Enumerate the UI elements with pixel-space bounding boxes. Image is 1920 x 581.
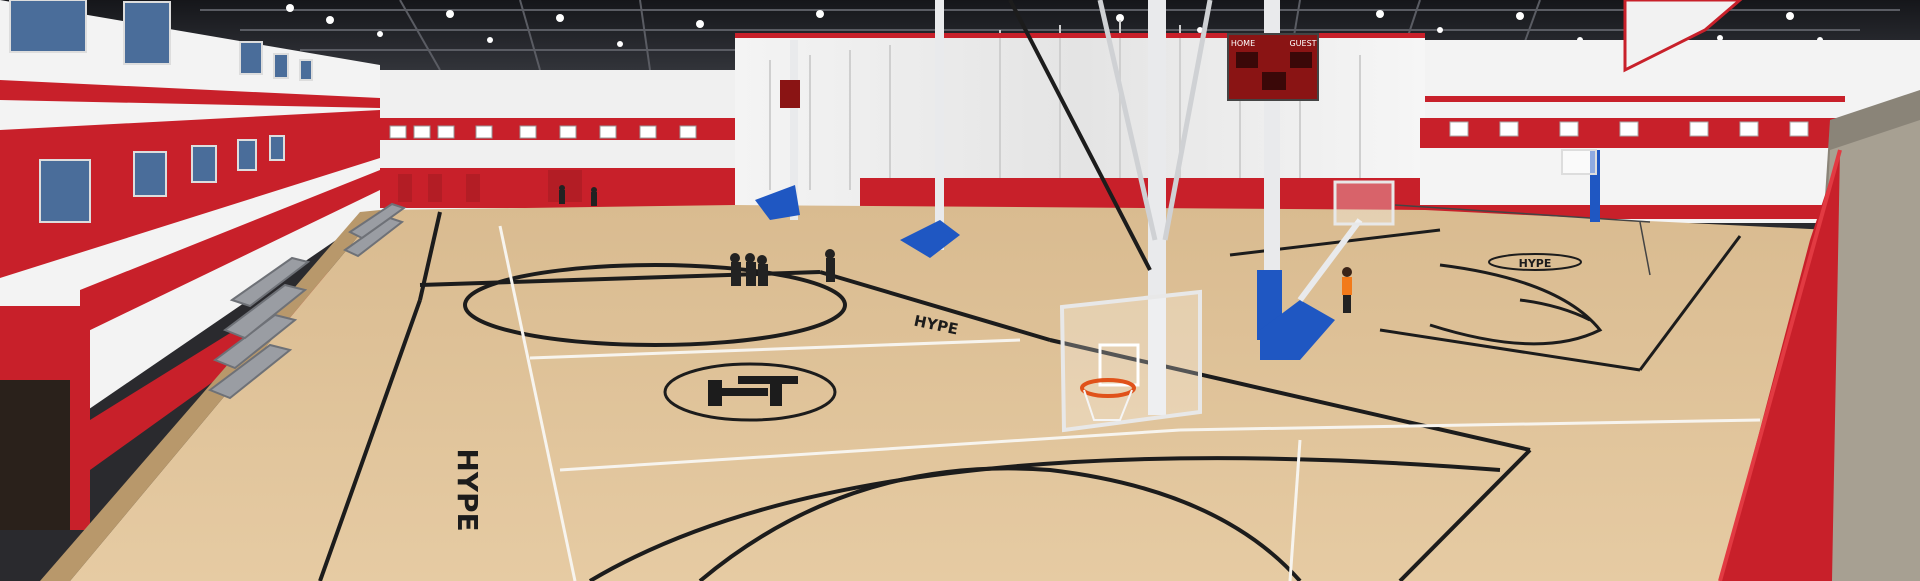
gym-panorama: HYPE HYPE HYPE HOME GUEST <box>0 0 1920 581</box>
gym-scene: HYPE HYPE HYPE HOME GUEST <box>0 0 1920 581</box>
scoreboard-home-label: HOME <box>1231 39 1255 48</box>
right-wall-red-band <box>1425 96 1845 102</box>
right-upper-wall <box>1425 40 1920 120</box>
scoreboard-icon: HOME GUEST <box>1227 33 1319 101</box>
person-icon <box>1342 267 1352 313</box>
court-brand-left: HYPE <box>451 448 484 531</box>
right-wall-banners <box>1449 121 1809 137</box>
court-brand-right: HYPE <box>1519 257 1552 270</box>
scoreboard-guest-label: GUEST <box>1289 39 1316 48</box>
curtain-red-top <box>735 33 1425 38</box>
left-doorway-opening <box>0 380 70 530</box>
scoreboard-small <box>780 80 800 108</box>
